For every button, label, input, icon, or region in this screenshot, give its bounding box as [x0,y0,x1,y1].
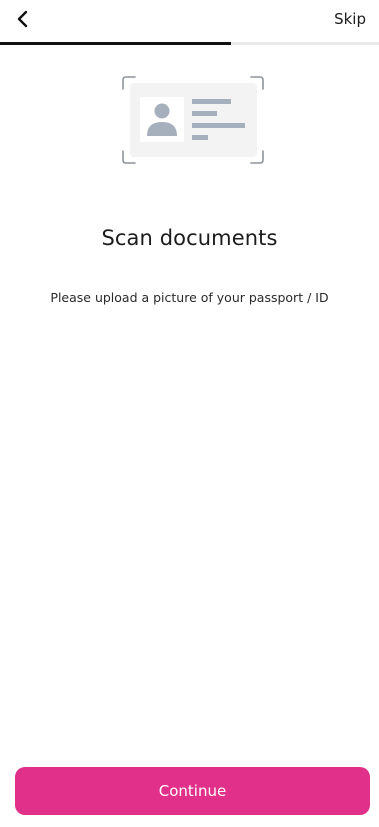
page-title: Scan documents [101,226,278,250]
id-card-scan-illustration [121,75,265,165]
back-button[interactable] [8,4,38,34]
id-card-scan-icon [122,76,264,164]
continue-button[interactable]: Continue [15,767,370,815]
top-bar: Skip [0,0,379,42]
skip-link[interactable]: Skip [334,10,366,28]
progress-bar [0,42,379,45]
progress-bar-fill [0,42,232,45]
chevron-left-icon [17,10,28,28]
page-subtitle: Please upload a picture of your passport… [50,290,329,305]
